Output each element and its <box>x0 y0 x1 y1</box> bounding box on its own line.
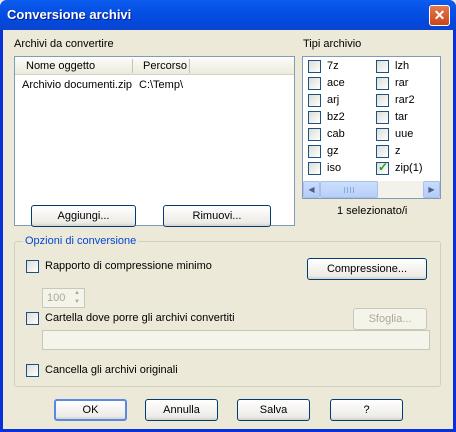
checkbox-7z[interactable] <box>308 60 321 73</box>
checkbox-bz2[interactable] <box>308 111 321 124</box>
scroll-left-icon[interactable]: ◀ <box>303 181 320 198</box>
save-button[interactable]: Salva <box>237 399 310 421</box>
type-label-bz2: bz2 <box>327 111 345 123</box>
file-row-path[interactable]: C:\Temp\ <box>139 79 183 91</box>
min-ratio-value: 100 <box>47 292 66 304</box>
min-ratio-checkbox[interactable] <box>26 260 39 273</box>
help-button[interactable]: ? <box>330 399 403 421</box>
remove-button[interactable]: Rimuovi... <box>163 205 271 227</box>
checkbox-iso[interactable] <box>308 162 321 175</box>
dialog-window: Conversione archivi ✕ Archivi da convert… <box>0 0 456 432</box>
type-label-ace: ace <box>327 77 345 89</box>
files-list-header: Nome oggetto Percorso <box>15 57 294 75</box>
type-label-rar: rar <box>395 77 409 89</box>
checkbox-ace[interactable] <box>308 77 321 90</box>
checkbox-cab[interactable] <box>308 128 321 141</box>
type-label-tar: tar <box>395 111 408 123</box>
delete-originals-label: Cancella gli archivi originali <box>45 364 178 376</box>
type-label-z: z <box>395 145 401 157</box>
column-header-path[interactable]: Percorso <box>143 60 187 72</box>
selected-count: 1 selezionato/i <box>337 205 408 217</box>
compression-button[interactable]: Compressione... <box>307 258 427 280</box>
file-row-name[interactable]: Archivio documenti.zip <box>22 79 132 91</box>
dialog-body: Archivi da convertire Nome oggetto Perco… <box>3 30 453 429</box>
group-title: Opzioni di conversione <box>23 235 139 247</box>
type-label-cab: cab <box>327 128 345 140</box>
checkbox-lzh[interactable] <box>376 60 389 73</box>
type-label-lzh: lzh <box>395 60 410 72</box>
type-label-zip: zip(1) <box>395 162 423 174</box>
ok-button[interactable]: OK <box>54 399 127 421</box>
conversion-options-group: Opzioni di conversione Rapporto di compr… <box>14 235 441 387</box>
checkbox-tar[interactable] <box>376 111 389 124</box>
checkbox-rar[interactable] <box>376 77 389 90</box>
checkbox-zip[interactable]: ✓ <box>376 160 389 175</box>
horizontal-scrollbar[interactable]: ◀ ▶ <box>303 181 440 198</box>
column-header-name[interactable]: Nome oggetto <box>26 60 95 72</box>
add-button[interactable]: Aggiungi... <box>31 205 136 227</box>
close-button[interactable]: ✕ <box>429 5 450 26</box>
browse-button[interactable]: Sfoglia... <box>353 308 427 330</box>
spin-up-icon[interactable]: ▲ <box>70 289 84 298</box>
type-label-7z: 7z <box>327 60 339 72</box>
title-bar[interactable]: Conversione archivi ✕ <box>0 0 456 30</box>
cancel-button[interactable]: Annulla <box>145 399 218 421</box>
checkbox-arj[interactable] <box>308 94 321 107</box>
type-label-iso: iso <box>327 162 342 174</box>
window-title: Conversione archivi <box>7 7 132 22</box>
delete-originals-checkbox[interactable] <box>26 364 39 377</box>
column-divider[interactable] <box>189 59 190 73</box>
files-list[interactable]: Nome oggetto Percorso Archivio documenti… <box>14 56 295 226</box>
min-ratio-label: Rapporto di compressione minimo <box>45 260 212 272</box>
checkbox-rar2[interactable] <box>376 94 389 107</box>
type-label-arj: arj <box>327 94 340 106</box>
checkbox-uue[interactable] <box>376 128 389 141</box>
checkmark-icon: ✓ <box>378 160 389 174</box>
column-divider[interactable] <box>132 59 133 73</box>
scrollbar-thumb[interactable] <box>320 181 378 198</box>
checkbox-z[interactable] <box>376 145 389 158</box>
target-folder-field[interactable] <box>42 330 430 350</box>
scroll-right-icon[interactable]: ▶ <box>423 181 440 198</box>
target-folder-checkbox[interactable] <box>26 312 39 325</box>
spin-down-icon[interactable]: ▼ <box>70 298 84 307</box>
target-folder-label: Cartella dove porre gli archivi converti… <box>45 312 235 324</box>
types-label: Tipi archivio <box>303 38 362 50</box>
files-label: Archivi da convertire <box>14 38 114 50</box>
archive-types-list[interactable]: 7z lzh ace rar arj rar2 bz2 tar cab uue … <box>302 56 441 199</box>
type-label-uue: uue <box>395 128 414 140</box>
type-label-gz: gz <box>327 145 339 157</box>
type-label-rar2: rar2 <box>395 94 415 106</box>
checkbox-gz[interactable] <box>308 145 321 158</box>
min-ratio-spinner[interactable]: 100 ▲ ▼ <box>42 288 85 308</box>
